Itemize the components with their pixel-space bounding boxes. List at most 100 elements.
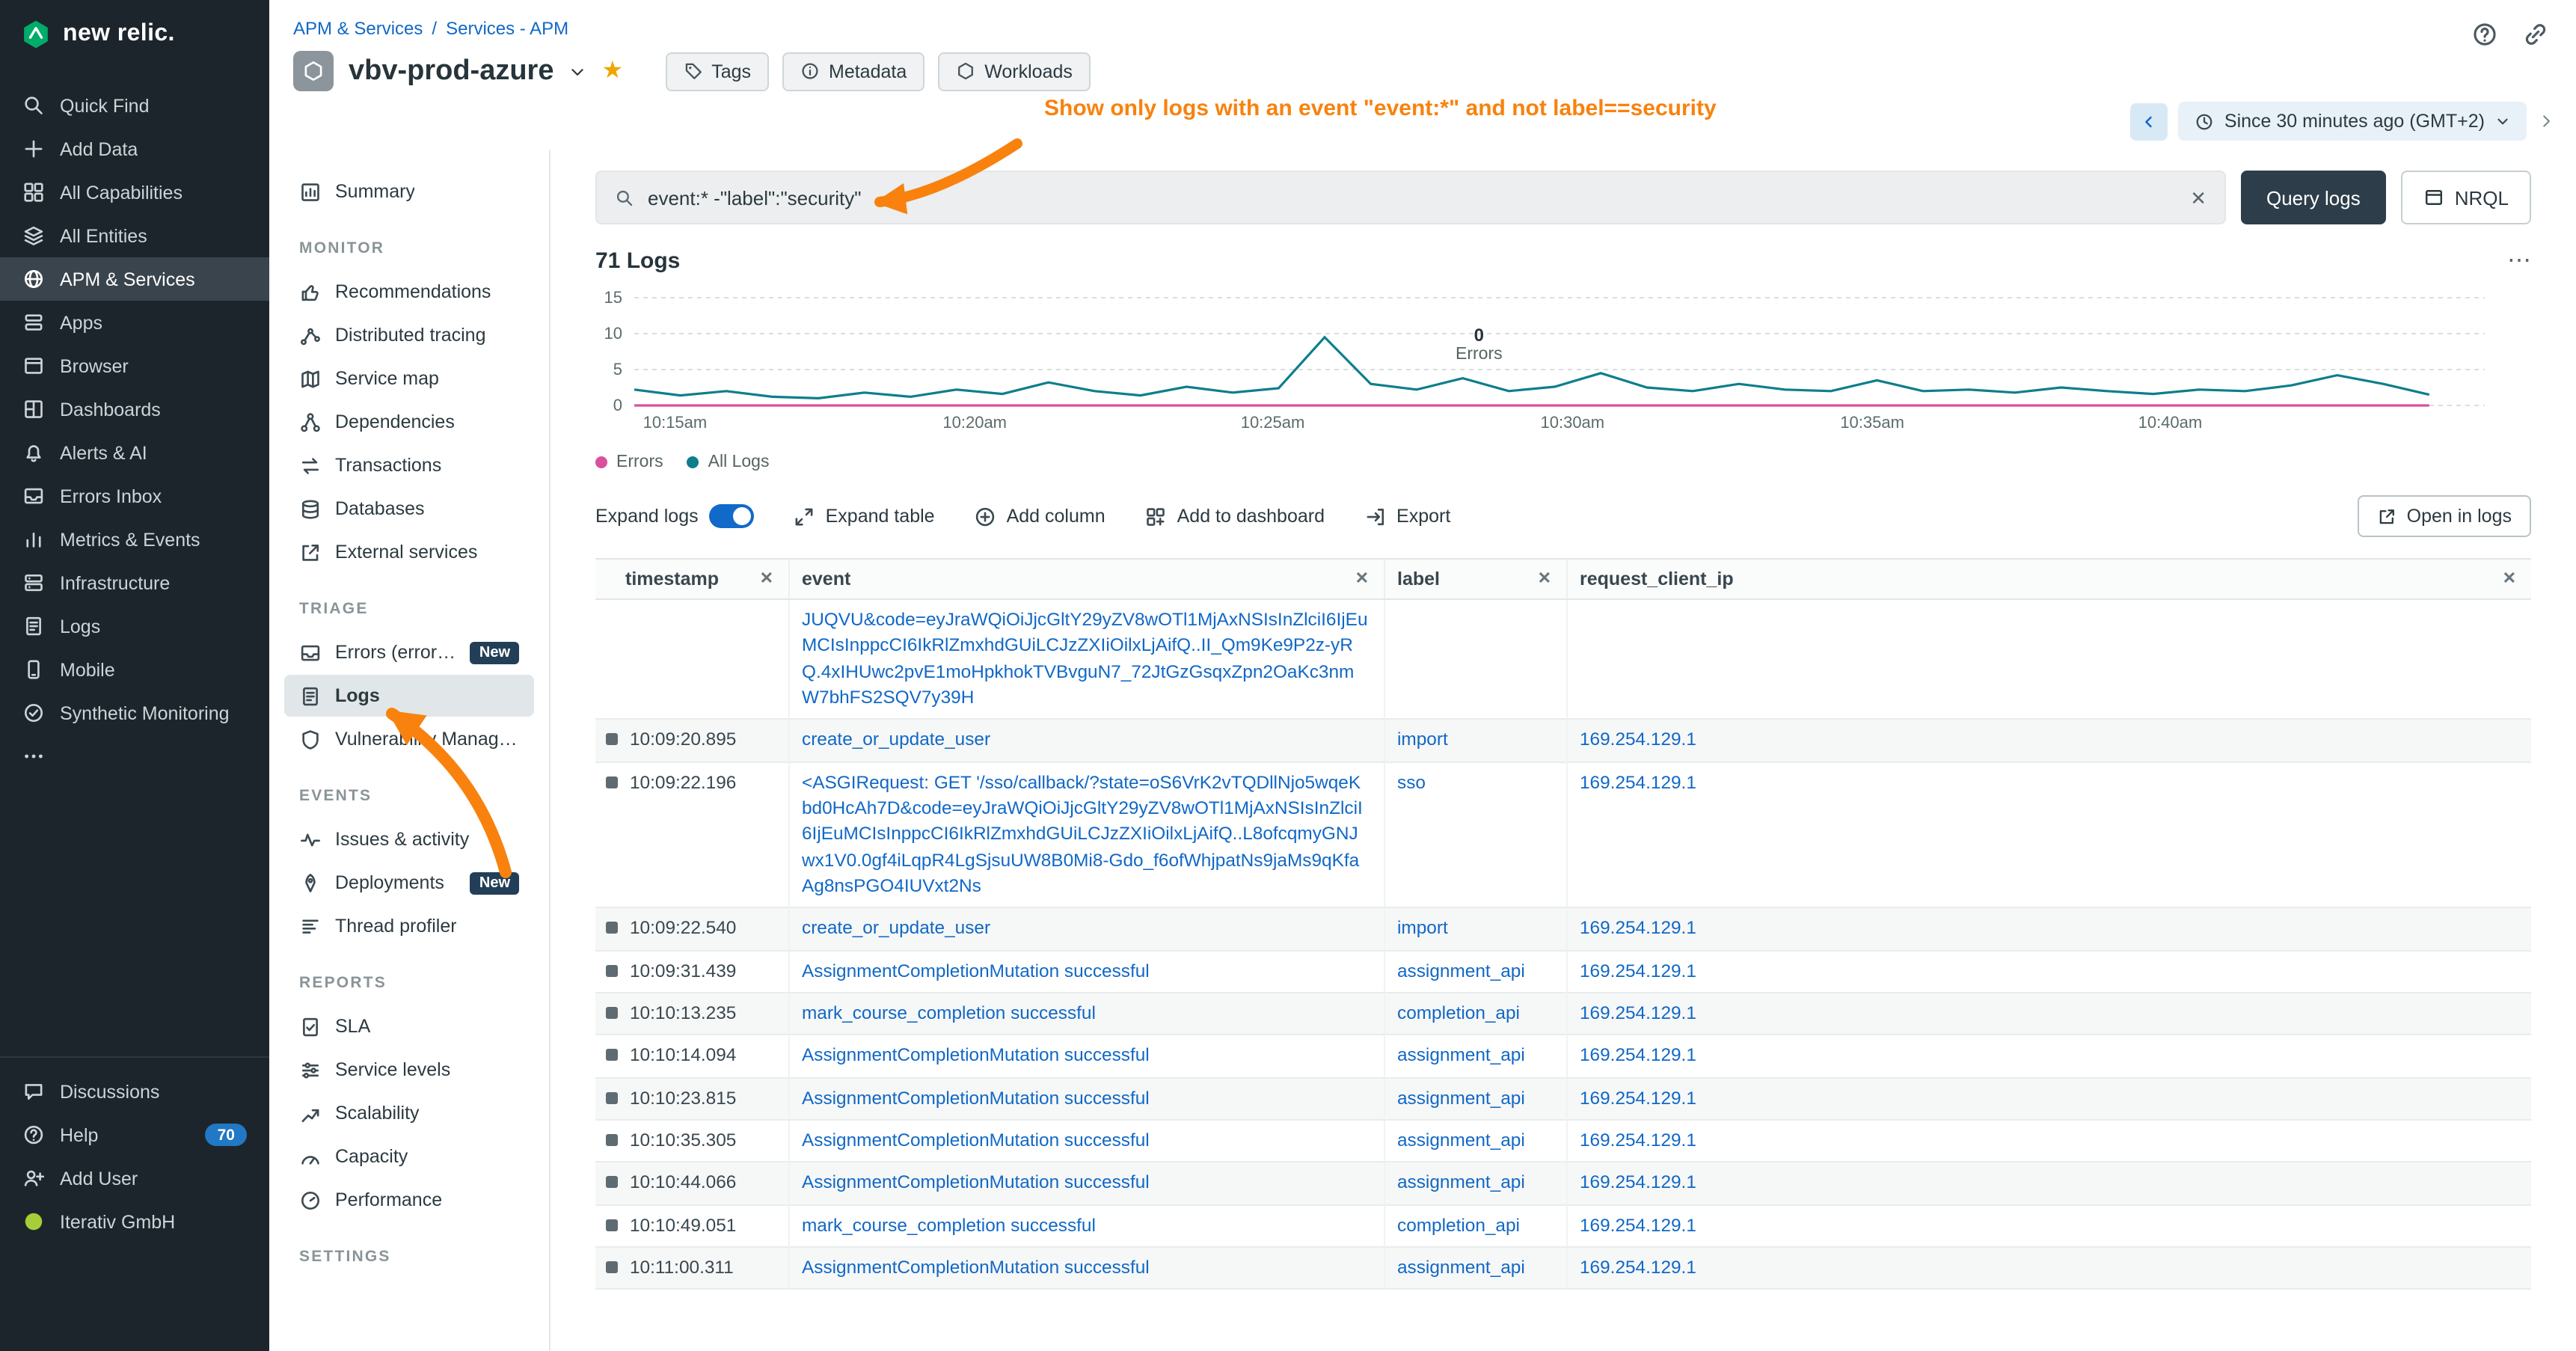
log-row-import[interactable]: 10:09:22.540 create_or_update_user impor…: [595, 909, 2531, 952]
subnav-item-capacity[interactable]: Capacity: [284, 1136, 534, 1177]
request-client-ip-link[interactable]: 169.254.129.1: [1580, 1172, 1696, 1193]
label-link[interactable]: assignment_api: [1397, 1087, 1525, 1108]
entity-switcher-chevron-icon[interactable]: [569, 62, 587, 80]
time-forward-chevron-icon[interactable]: [2537, 112, 2555, 130]
log-row-assignment-api[interactable]: 10:10:23.815 AssignmentCompletionMutatio…: [595, 1078, 2531, 1121]
chart-canvas[interactable]: 05101510:15am10:20am10:25am10:30am10:35a…: [595, 289, 2531, 435]
label-link[interactable]: assignment_api: [1397, 1257, 1525, 1278]
log-row-assignment-api[interactable]: 10:10:14.094 AssignmentCompletionMutatio…: [595, 1036, 2531, 1079]
log-row-completion-api[interactable]: 10:10:49.051 mark_course_completion succ…: [595, 1205, 2531, 1248]
event-link[interactable]: AssignmentCompletionMutation successful: [802, 1130, 1150, 1151]
request-client-ip-link[interactable]: 169.254.129.1: [1580, 918, 1696, 939]
label-link[interactable]: import: [1397, 729, 1448, 750]
time-back-button[interactable]: [2130, 102, 2168, 140]
event-link[interactable]: JUQVU&code=eyJraWQiOiJjcGltY29yZV8wOTl1M…: [802, 609, 1368, 708]
log-row-assignment-api[interactable]: 10:11:00.311 AssignmentCompletionMutatio…: [595, 1248, 2531, 1290]
event-link[interactable]: create_or_update_user: [802, 918, 990, 939]
subnav-item-deployments[interactable]: Deployments New: [284, 862, 534, 904]
request-client-ip-link[interactable]: 169.254.129.1: [1580, 960, 1696, 981]
request-client-ip-link[interactable]: 169.254.129.1: [1580, 1045, 1696, 1066]
chart-more-menu-icon[interactable]: [2507, 249, 2531, 273]
open-in-logs-button[interactable]: Open in logs: [2358, 495, 2531, 537]
log-row-completion-api[interactable]: 10:10:13.235 mark_course_completion succ…: [595, 993, 2531, 1036]
entity-action-button-tags[interactable]: Tags: [665, 52, 769, 91]
label-link[interactable]: assignment_api: [1397, 1045, 1525, 1066]
subnav-item-service-levels[interactable]: Service levels: [284, 1049, 534, 1091]
label-link[interactable]: assignment_api: [1397, 1130, 1525, 1151]
log-row-assignment-api[interactable]: 10:10:44.066 AssignmentCompletionMutatio…: [595, 1163, 2531, 1206]
global-nav-item-synthetic-monitoring[interactable]: Synthetic Monitoring: [0, 691, 269, 735]
global-nav-item-errors-inbox[interactable]: Errors Inbox: [0, 474, 269, 518]
remove-column-icon[interactable]: [1355, 571, 1369, 587]
subnav-item-transactions[interactable]: Transactions: [284, 444, 534, 486]
logs-query-searchbox[interactable]: [595, 171, 2226, 224]
label-link[interactable]: sso: [1397, 771, 1426, 792]
global-nav-item[interactable]: [0, 735, 269, 778]
event-link[interactable]: create_or_update_user: [802, 729, 990, 750]
label-link[interactable]: completion_api: [1397, 1002, 1520, 1023]
clear-query-icon[interactable]: [2190, 188, 2207, 207]
subnav-item-distributed-tracing[interactable]: Distributed tracing: [284, 314, 534, 356]
subnav-item-databases[interactable]: Databases: [284, 488, 534, 530]
subnav-item-external-services[interactable]: External services: [284, 531, 534, 573]
event-link[interactable]: <ASGIRequest: GET '/sso/callback/?state=…: [802, 771, 1363, 896]
subnav-item-errors-errors-inb[interactable]: Errors (errors inb... New: [284, 631, 534, 673]
global-nav-item-browser[interactable]: Browser: [0, 344, 269, 387]
event-link[interactable]: mark_course_completion successful: [802, 1214, 1096, 1235]
global-nav-item-all-entities[interactable]: All Entities: [0, 214, 269, 257]
remove-column-icon[interactable]: [2503, 571, 2516, 587]
event-link[interactable]: AssignmentCompletionMutation successful: [802, 1257, 1150, 1278]
expand-table-button[interactable]: Expand table: [793, 505, 935, 527]
column-header-request-client-ip[interactable]: request_client_ip: [1568, 560, 2531, 598]
label-link[interactable]: import: [1397, 918, 1448, 939]
request-client-ip-link[interactable]: 169.254.129.1: [1580, 1257, 1696, 1278]
global-nav-item-quick-find[interactable]: Quick Find: [0, 84, 269, 127]
remove-column-icon[interactable]: [1538, 571, 1551, 587]
global-nav-footer-item-help[interactable]: Help 70: [0, 1113, 269, 1157]
breadcrumb-apm-services[interactable]: APM & Services: [293, 18, 423, 39]
global-nav-item-metrics-events[interactable]: Metrics & Events: [0, 518, 269, 561]
event-link[interactable]: AssignmentCompletionMutation successful: [802, 1172, 1150, 1193]
entity-action-button-metadata[interactable]: Metadata: [782, 52, 924, 91]
subnav-item-vulnerability-management[interactable]: Vulnerability Management: [284, 718, 534, 760]
column-header-timestamp[interactable]: timestamp: [595, 560, 790, 598]
global-nav-item-logs[interactable]: Logs: [0, 604, 269, 648]
expand-logs-toggle-group[interactable]: Expand logs: [595, 504, 754, 528]
export-button[interactable]: Export: [1364, 505, 1450, 527]
log-row[interactable]: JUQVU&code=eyJraWQiOiJjcGltY29yZV8wOTl1M…: [595, 600, 2531, 720]
subnav-item-dependencies[interactable]: Dependencies: [284, 401, 534, 443]
permalink-icon[interactable]: [2522, 21, 2549, 48]
subnav-item-recommendations[interactable]: Recommendations: [284, 271, 534, 313]
entity-action-button-workloads[interactable]: Workloads: [938, 52, 1091, 91]
legend-item-errors[interactable]: Errors: [595, 453, 663, 471]
event-link[interactable]: AssignmentCompletionMutation successful: [802, 1087, 1150, 1108]
logs-query-input[interactable]: [648, 186, 2177, 209]
request-client-ip-link[interactable]: 169.254.129.1: [1580, 771, 1696, 792]
label-link[interactable]: assignment_api: [1397, 960, 1525, 981]
subnav-item-scalability[interactable]: Scalability: [284, 1092, 534, 1134]
column-header-event[interactable]: event: [790, 560, 1385, 598]
log-row-assignment-api[interactable]: 10:09:31.439 AssignmentCompletionMutatio…: [595, 951, 2531, 993]
label-link[interactable]: assignment_api: [1397, 1172, 1525, 1193]
subnav-item-summary[interactable]: Summary: [284, 171, 534, 212]
global-nav-item-apps[interactable]: Apps: [0, 301, 269, 344]
subnav-item-performance[interactable]: Performance: [284, 1179, 534, 1221]
help-circle-icon[interactable]: [2471, 21, 2498, 48]
legend-item-all-logs[interactable]: All Logs: [687, 453, 770, 471]
newrelic-logo[interactable]: new relic.: [0, 0, 269, 69]
nrql-button[interactable]: NRQL: [2401, 171, 2531, 224]
request-client-ip-link[interactable]: 169.254.129.1: [1580, 1130, 1696, 1151]
time-range-picker[interactable]: Since 30 minutes ago (GMT+2): [2178, 102, 2527, 141]
add-to-dashboard-button[interactable]: Add to dashboard: [1144, 505, 1325, 527]
query-logs-button[interactable]: Query logs: [2241, 171, 2386, 224]
global-nav-footer-item-iterativ-gmbh[interactable]: Iterativ GmbH: [0, 1200, 269, 1243]
request-client-ip-link[interactable]: 169.254.129.1: [1580, 1002, 1696, 1023]
global-nav-footer-item-discussions[interactable]: Discussions: [0, 1070, 269, 1113]
subnav-item-issues-activity[interactable]: Issues & activity: [284, 818, 534, 860]
global-nav-item-apm-services[interactable]: APM & Services: [0, 257, 269, 301]
event-link[interactable]: AssignmentCompletionMutation successful: [802, 1045, 1150, 1066]
subnav-item-logs[interactable]: Logs: [284, 675, 534, 717]
global-nav-item-add-data[interactable]: Add Data: [0, 127, 269, 171]
global-nav-item-dashboards[interactable]: Dashboards: [0, 387, 269, 431]
request-client-ip-link[interactable]: 169.254.129.1: [1580, 1087, 1696, 1108]
